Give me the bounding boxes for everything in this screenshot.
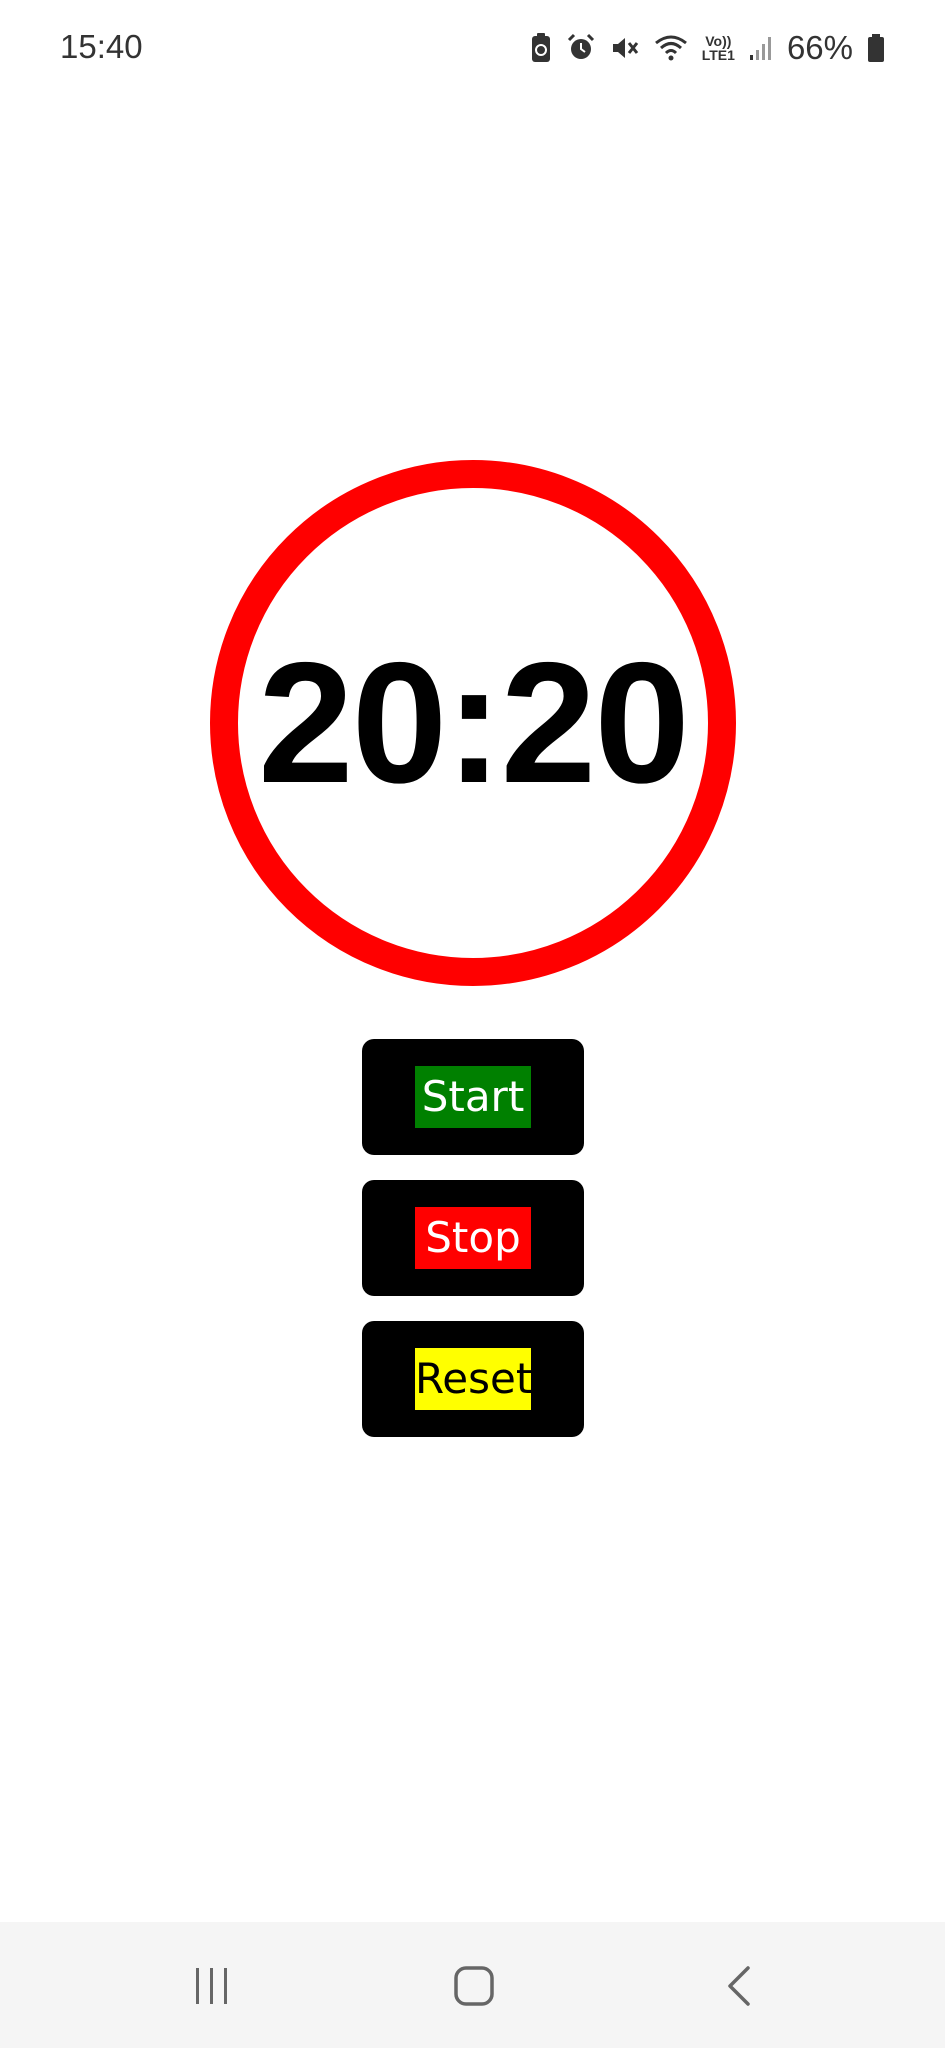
mute-icon: [610, 33, 640, 63]
wifi-icon: [654, 33, 688, 63]
volte-lte-icon: Vo)) LTE1: [702, 34, 735, 62]
lte-label: LTE1: [701, 47, 735, 63]
status-bar: 15:40 Vo)) LTE1 66%: [0, 0, 945, 96]
reset-button-label: Reset: [415, 1348, 531, 1410]
status-icons: Vo)) LTE1 66%: [530, 28, 885, 68]
battery-saver-icon: [530, 32, 552, 64]
stop-button[interactable]: Stop: [362, 1180, 584, 1296]
recents-icon: [196, 1968, 227, 2004]
status-time: 15:40: [60, 28, 143, 65]
volte-label: Vo)): [705, 33, 732, 49]
timer-ring: 20:20: [210, 460, 736, 986]
battery-percent: 66%: [786, 29, 853, 66]
home-icon: [454, 1966, 494, 2006]
reset-button[interactable]: Reset: [362, 1321, 584, 1437]
timer-display: 20:20: [258, 627, 690, 819]
stopwatch-screen: 15:40 Vo)) LTE1 66% 20:20 Start Stop Res…: [0, 0, 945, 2048]
back-button[interactable]: [708, 1954, 772, 2018]
alarm-icon: [566, 33, 596, 63]
battery-icon: [867, 33, 885, 63]
navigation-bar: [0, 1922, 945, 2048]
recents-button[interactable]: [180, 1954, 244, 2018]
home-button[interactable]: [442, 1954, 506, 2018]
start-button[interactable]: Start: [362, 1039, 584, 1155]
back-icon: [728, 1966, 750, 2006]
start-button-label: Start: [415, 1066, 531, 1128]
stop-button-label: Stop: [415, 1207, 531, 1269]
signal-icon: [749, 35, 773, 61]
